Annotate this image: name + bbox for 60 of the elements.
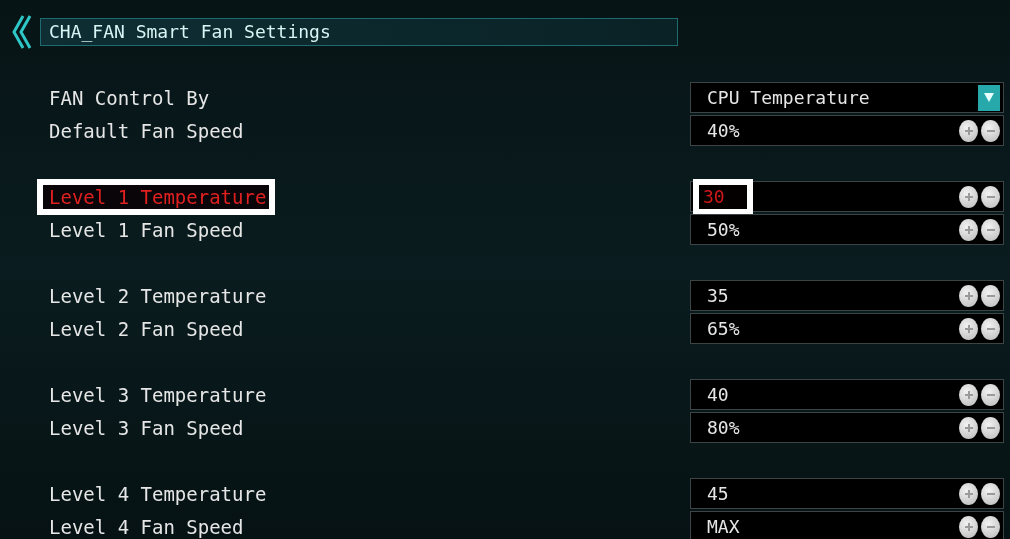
plus-button[interactable] xyxy=(959,218,978,241)
dropdown-button[interactable] xyxy=(978,84,1000,111)
plus-button[interactable] xyxy=(959,119,978,142)
minus-button[interactable] xyxy=(981,416,1000,439)
minus-button[interactable] xyxy=(981,218,1000,241)
value-box[interactable]: CPU Temperature xyxy=(690,82,1004,113)
plus-button[interactable] xyxy=(959,416,978,439)
setting-label: Level 3 Temperature xyxy=(49,382,268,407)
back-button[interactable] xyxy=(10,14,34,50)
plus-icon xyxy=(963,389,974,400)
plus-icon xyxy=(963,290,974,301)
value-box[interactable]: 50% xyxy=(690,214,1004,245)
minus-button[interactable] xyxy=(981,383,1000,406)
plus-icon xyxy=(963,521,974,532)
plus-button[interactable] xyxy=(959,317,978,340)
setting-label: Level 1 Fan Speed xyxy=(49,217,245,242)
plus-button[interactable] xyxy=(959,185,978,208)
value-field[interactable]: 45 xyxy=(707,481,729,506)
value-field[interactable]: CPU Temperature xyxy=(707,85,870,110)
value-field[interactable]: 50% xyxy=(707,217,740,242)
minus-button[interactable] xyxy=(981,482,1000,505)
chevron-icon xyxy=(11,14,33,50)
plus-icon xyxy=(963,224,974,235)
value-field[interactable]: 35 xyxy=(707,283,729,308)
setting-label: FAN Control By xyxy=(49,85,211,110)
value-field[interactable]: 40% xyxy=(707,118,740,143)
value-field[interactable]: 65% xyxy=(707,316,740,341)
setting-label: Level 4 Temperature xyxy=(49,481,268,506)
setting-label: Level 3 Fan Speed xyxy=(49,415,245,440)
plus-button[interactable] xyxy=(959,515,978,538)
plus-icon xyxy=(963,125,974,136)
minus-button[interactable] xyxy=(981,185,1000,208)
setting-label: Level 2 Temperature xyxy=(49,283,268,308)
setting-label: Level 2 Fan Speed xyxy=(49,316,245,341)
value-box[interactable]: 65% xyxy=(690,313,1004,344)
value-box[interactable]: 40% xyxy=(690,115,1004,146)
value-box[interactable]: 80% xyxy=(690,412,1004,443)
minus-button[interactable] xyxy=(981,317,1000,340)
plus-icon xyxy=(963,323,974,334)
plus-button[interactable] xyxy=(959,383,978,406)
plus-icon xyxy=(963,422,974,433)
value-box[interactable]: 30 xyxy=(690,181,1004,212)
minus-button[interactable] xyxy=(981,119,1000,142)
minus-button[interactable] xyxy=(981,284,1000,307)
plus-icon xyxy=(963,191,974,202)
value-box[interactable]: MAX xyxy=(690,511,1004,539)
value-box[interactable]: 45 xyxy=(690,478,1004,509)
setting-label: Default Fan Speed xyxy=(49,118,245,143)
value-box[interactable]: 40 xyxy=(690,379,1004,410)
page-title: CHA_FAN Smart Fan Settings xyxy=(40,18,678,46)
value-field[interactable]: MAX xyxy=(707,514,740,539)
plus-button[interactable] xyxy=(959,284,978,307)
setting-label: Level 4 Fan Speed xyxy=(49,514,245,539)
value-field[interactable]: 80% xyxy=(707,415,740,440)
caret-icon xyxy=(984,93,994,102)
plus-icon xyxy=(963,488,974,499)
minus-button[interactable] xyxy=(981,515,1000,538)
plus-button[interactable] xyxy=(959,482,978,505)
value-box[interactable]: 35 xyxy=(690,280,1004,311)
value-field[interactable]: 40 xyxy=(707,382,729,407)
